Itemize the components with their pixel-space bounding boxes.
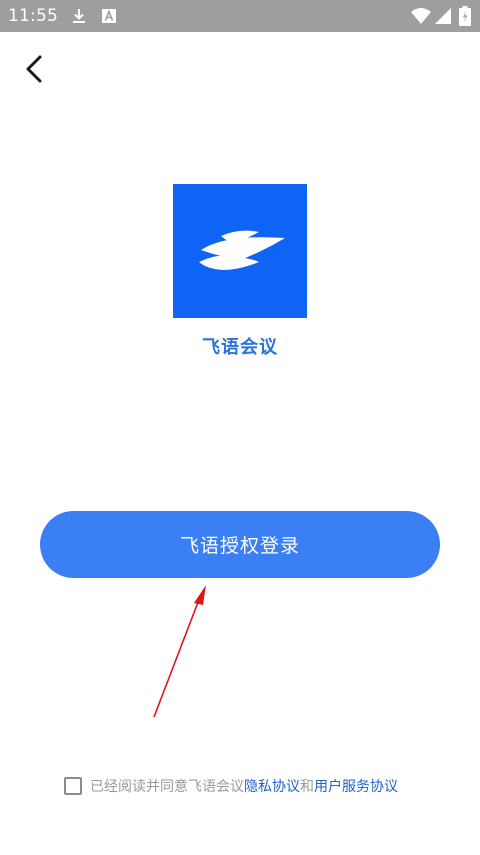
privacy-policy-link[interactable]: 隐私协议 — [244, 776, 300, 796]
agreement-row: 已经阅读并同意飞语会议 隐私协议 和 用户服务协议 — [64, 775, 464, 797]
annotation-arrow — [153, 585, 206, 718]
user-service-agreement-link[interactable]: 用户服务协议 — [314, 776, 398, 796]
back-button[interactable] — [18, 52, 52, 86]
agreement-conjunction: 和 — [300, 779, 314, 795]
wifi-icon — [411, 8, 431, 24]
login-screen: 11:55 飞语会议 飞语授权登录 已经阅读并同意飞语会议 隐私协议 和 用户服… — [0, 0, 480, 855]
app-name: 飞语会议 — [202, 337, 278, 358]
agree-checkbox[interactable] — [64, 777, 82, 795]
download-icon — [73, 9, 85, 23]
app-logo — [173, 184, 307, 318]
a-notification-icon — [102, 9, 116, 23]
agreement-prefix: 已经阅读并同意飞语会议 — [90, 779, 244, 795]
battery-icon — [459, 6, 471, 26]
feiyu-logo-icon — [199, 230, 285, 270]
authorize-login-button[interactable]: 飞语授权登录 — [40, 511, 440, 578]
back-arrow-icon — [26, 55, 42, 83]
signal-icon — [435, 8, 451, 24]
status-bar: 11:55 — [0, 0, 480, 32]
status-time: 11:55 — [8, 6, 58, 26]
